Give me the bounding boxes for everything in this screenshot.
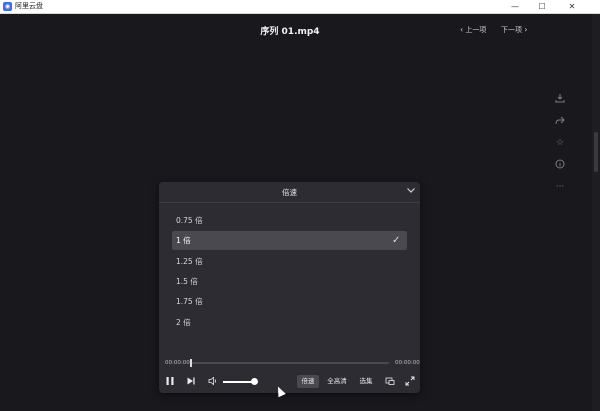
fullscreen-icon[interactable]	[404, 376, 416, 388]
next-track-button[interactable]	[185, 376, 197, 388]
speed-panel-title: 倍速	[282, 188, 297, 197]
speed-option-label: 1.5 倍	[176, 277, 198, 286]
progress-handle[interactable]	[190, 359, 192, 367]
prev-item-label: 上一项	[465, 26, 487, 34]
speed-option[interactable]: 1.75 倍	[172, 292, 407, 311]
prev-item-button[interactable]: ‹ 上一项	[460, 25, 486, 35]
total-time: 00:00:00	[395, 360, 420, 366]
quality-button[interactable]: 全高清	[324, 375, 350, 388]
volume-icon[interactable]	[207, 376, 219, 388]
chevron-right-icon: ›	[524, 25, 528, 34]
episodes-button[interactable]: 选集	[356, 375, 376, 388]
next-item-label: 下一项	[501, 26, 522, 34]
close-button[interactable]: ✕	[561, 0, 583, 13]
more-icon[interactable]: ···	[554, 181, 566, 193]
video-title: 序列 01.mp4	[260, 27, 320, 37]
volume-fill	[223, 381, 252, 383]
speed-option-label: 1.25 倍	[176, 257, 203, 266]
speed-button[interactable]: 倍速	[297, 375, 319, 388]
speed-option[interactable]: 0.75 倍	[172, 211, 407, 230]
maximize-button[interactable]: ☐	[531, 0, 553, 13]
speed-option-label: 0.75 倍	[176, 216, 203, 225]
minimize-button[interactable]: —	[504, 0, 526, 13]
check-icon: ✓	[392, 235, 401, 246]
chevron-left-icon: ‹	[460, 25, 464, 34]
scrollbar-track[interactable]	[592, 14, 600, 411]
speed-option-label: 1.75 倍	[176, 297, 203, 306]
pause-button[interactable]	[164, 376, 176, 388]
speed-option-label: 2 倍	[176, 318, 191, 327]
volume-handle[interactable]	[251, 378, 258, 385]
info-icon[interactable]	[554, 159, 566, 171]
speed-option[interactable]: 1.5 倍	[172, 272, 407, 291]
window-titlebar: ◉ 阿里云盘 — ☐ ✕	[0, 0, 600, 14]
share-icon[interactable]	[554, 115, 566, 127]
speed-option-label: 1 倍	[176, 236, 191, 245]
app-logo-icon: ◉	[3, 2, 12, 11]
chevron-down-icon[interactable]	[405, 185, 417, 197]
download-icon[interactable]	[554, 93, 566, 105]
app-title: 阿里云盘	[15, 2, 43, 10]
progress-bar[interactable]	[191, 362, 389, 364]
next-item-button[interactable]: 下一项 ›	[501, 25, 527, 35]
scrollbar-thumb[interactable]	[594, 132, 598, 172]
speed-panel-header: 倍速	[159, 182, 420, 203]
speed-option-selected[interactable]: 1 倍 ✓	[172, 231, 407, 250]
speed-option[interactable]: 1.25 倍	[172, 252, 407, 271]
picture-in-picture-icon[interactable]	[384, 376, 396, 388]
current-time: 00:00:00	[165, 360, 190, 366]
speed-option[interactable]: 2 倍	[172, 313, 407, 332]
star-icon[interactable]: ☆	[554, 137, 566, 149]
